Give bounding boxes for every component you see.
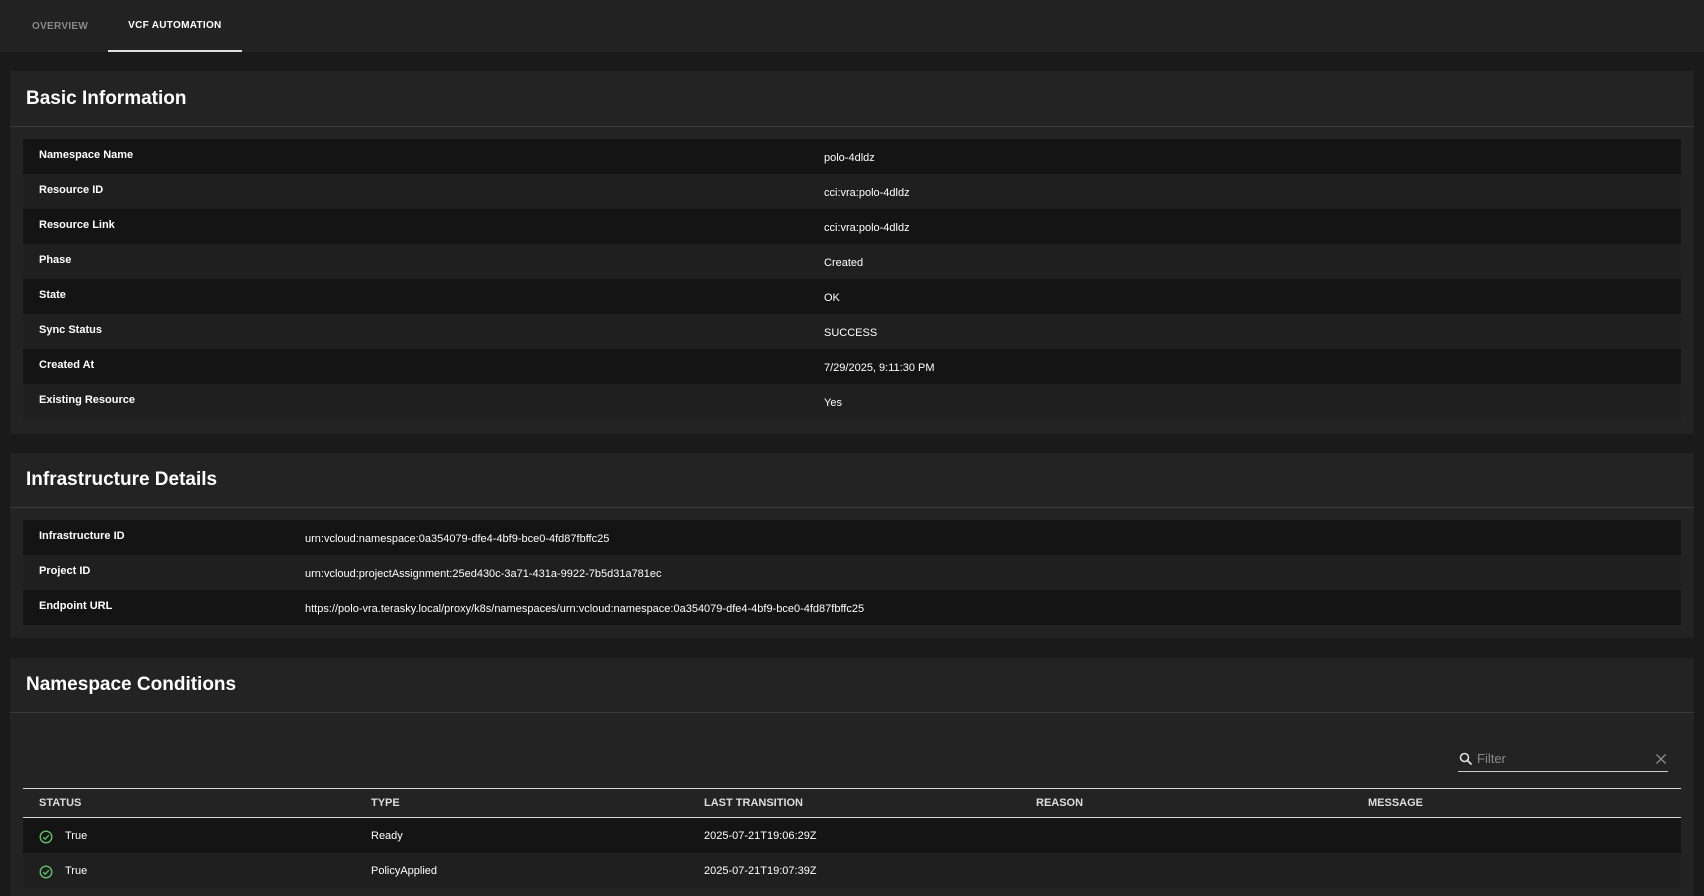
table-row: Resource Link cci:vra:polo-4dldz: [23, 209, 1681, 244]
clear-filter-icon[interactable]: [1653, 750, 1668, 768]
table-row: Existing Resource Yes: [23, 384, 1681, 419]
row-value: urn:vcloud:namespace:0a354079-dfe4-4bf9-…: [305, 533, 610, 545]
basic-information-panel: Basic Information Namespace Name polo-4d…: [10, 71, 1694, 434]
table-row: Sync Status SUCCESS: [23, 314, 1681, 349]
table-row: True Ready 2025-07-21T19:06:29Z: [23, 818, 1681, 853]
column-header-message[interactable]: MESSAGE: [1352, 797, 1681, 809]
search-icon: [1458, 750, 1473, 768]
basic-information-table: Namespace Name polo-4dldz Resource ID cc…: [23, 139, 1681, 419]
basic-information-title: Basic Information: [10, 71, 1694, 127]
check-circle-icon: [39, 865, 53, 879]
row-value: 7/29/2025, 9:11:30 PM: [824, 362, 935, 374]
row-value: Created: [824, 257, 864, 269]
row-label: Created At: [39, 359, 95, 371]
row-label: State: [39, 289, 66, 301]
filter-field: [1458, 746, 1668, 772]
column-header-status[interactable]: STATUS: [23, 797, 355, 809]
table-header: STATUS TYPE LAST TRANSITION REASON MESSA…: [23, 788, 1681, 818]
type-cell: PolicyApplied: [371, 864, 438, 877]
tab-overview[interactable]: OVERVIEW: [12, 0, 108, 52]
conditions-table: STATUS TYPE LAST TRANSITION REASON MESSA…: [23, 788, 1681, 888]
status-text: True: [65, 829, 88, 842]
column-header-reason[interactable]: REASON: [1020, 797, 1352, 809]
row-label: Resource ID: [39, 184, 104, 196]
row-label: Resource Link: [39, 219, 115, 231]
infrastructure-details-title: Infrastructure Details: [10, 453, 1694, 508]
last-transition-cell: 2025-07-21T19:07:39Z: [704, 864, 817, 877]
table-row: Endpoint URL https://polo-vra.terasky.lo…: [23, 590, 1681, 625]
status-text: True: [65, 864, 88, 877]
table-row: True PolicyApplied 2025-07-21T19:07:39Z: [23, 853, 1681, 888]
row-value: urn:vcloud:projectAssignment:25ed430c-3a…: [305, 568, 662, 580]
row-label: Sync Status: [39, 324, 102, 336]
row-label: Project ID: [39, 565, 91, 577]
status-cell: True: [23, 827, 355, 844]
row-value: polo-4dldz: [824, 152, 875, 164]
infrastructure-details-table: Infrastructure ID urn:vcloud:namespace:0…: [23, 520, 1681, 625]
table-row: Resource ID cci:vra:polo-4dldz: [23, 174, 1681, 209]
row-label: Endpoint URL: [39, 600, 113, 612]
table-row: State OK: [23, 279, 1681, 314]
tab-vcf-automation[interactable]: VCF AUTOMATION: [108, 0, 242, 52]
table-body: True Ready 2025-07-21T19:06:29Z True Pol…: [23, 818, 1681, 888]
table-row: Namespace Name polo-4dldz: [23, 139, 1681, 174]
namespace-conditions-panel: Namespace Conditions STATUS TYPE LAST TR…: [10, 658, 1694, 896]
row-value: OK: [824, 292, 840, 304]
table-row: Infrastructure ID urn:vcloud:namespace:0…: [23, 520, 1681, 555]
row-label: Phase: [39, 254, 72, 266]
table-row: Created At 7/29/2025, 9:11:30 PM: [23, 349, 1681, 384]
column-header-type[interactable]: TYPE: [355, 797, 688, 809]
status-cell: True: [23, 862, 355, 879]
tab-bar: OVERVIEW VCF AUTOMATION: [0, 0, 1704, 52]
type-cell: Ready: [371, 829, 403, 842]
row-label: Infrastructure ID: [39, 530, 125, 542]
row-value: cci:vra:polo-4dldz: [824, 222, 910, 234]
check-circle-icon: [39, 830, 53, 844]
row-value: SUCCESS: [824, 327, 878, 339]
table-row: Phase Created: [23, 244, 1681, 279]
row-value: https://polo-vra.terasky.local/proxy/k8s…: [305, 603, 865, 615]
row-value: Yes: [824, 397, 842, 409]
namespace-conditions-title: Namespace Conditions: [10, 658, 1694, 713]
row-label: Namespace Name: [39, 149, 134, 161]
infrastructure-details-panel: Infrastructure Details Infrastructure ID…: [10, 453, 1694, 638]
row-value: cci:vra:polo-4dldz: [824, 187, 910, 199]
row-label: Existing Resource: [39, 394, 135, 406]
table-row: Project ID urn:vcloud:projectAssignment:…: [23, 555, 1681, 590]
column-header-last-transition[interactable]: LAST TRANSITION: [688, 797, 1020, 809]
filter-input[interactable]: [1473, 751, 1653, 766]
last-transition-cell: 2025-07-21T19:06:29Z: [704, 829, 817, 842]
